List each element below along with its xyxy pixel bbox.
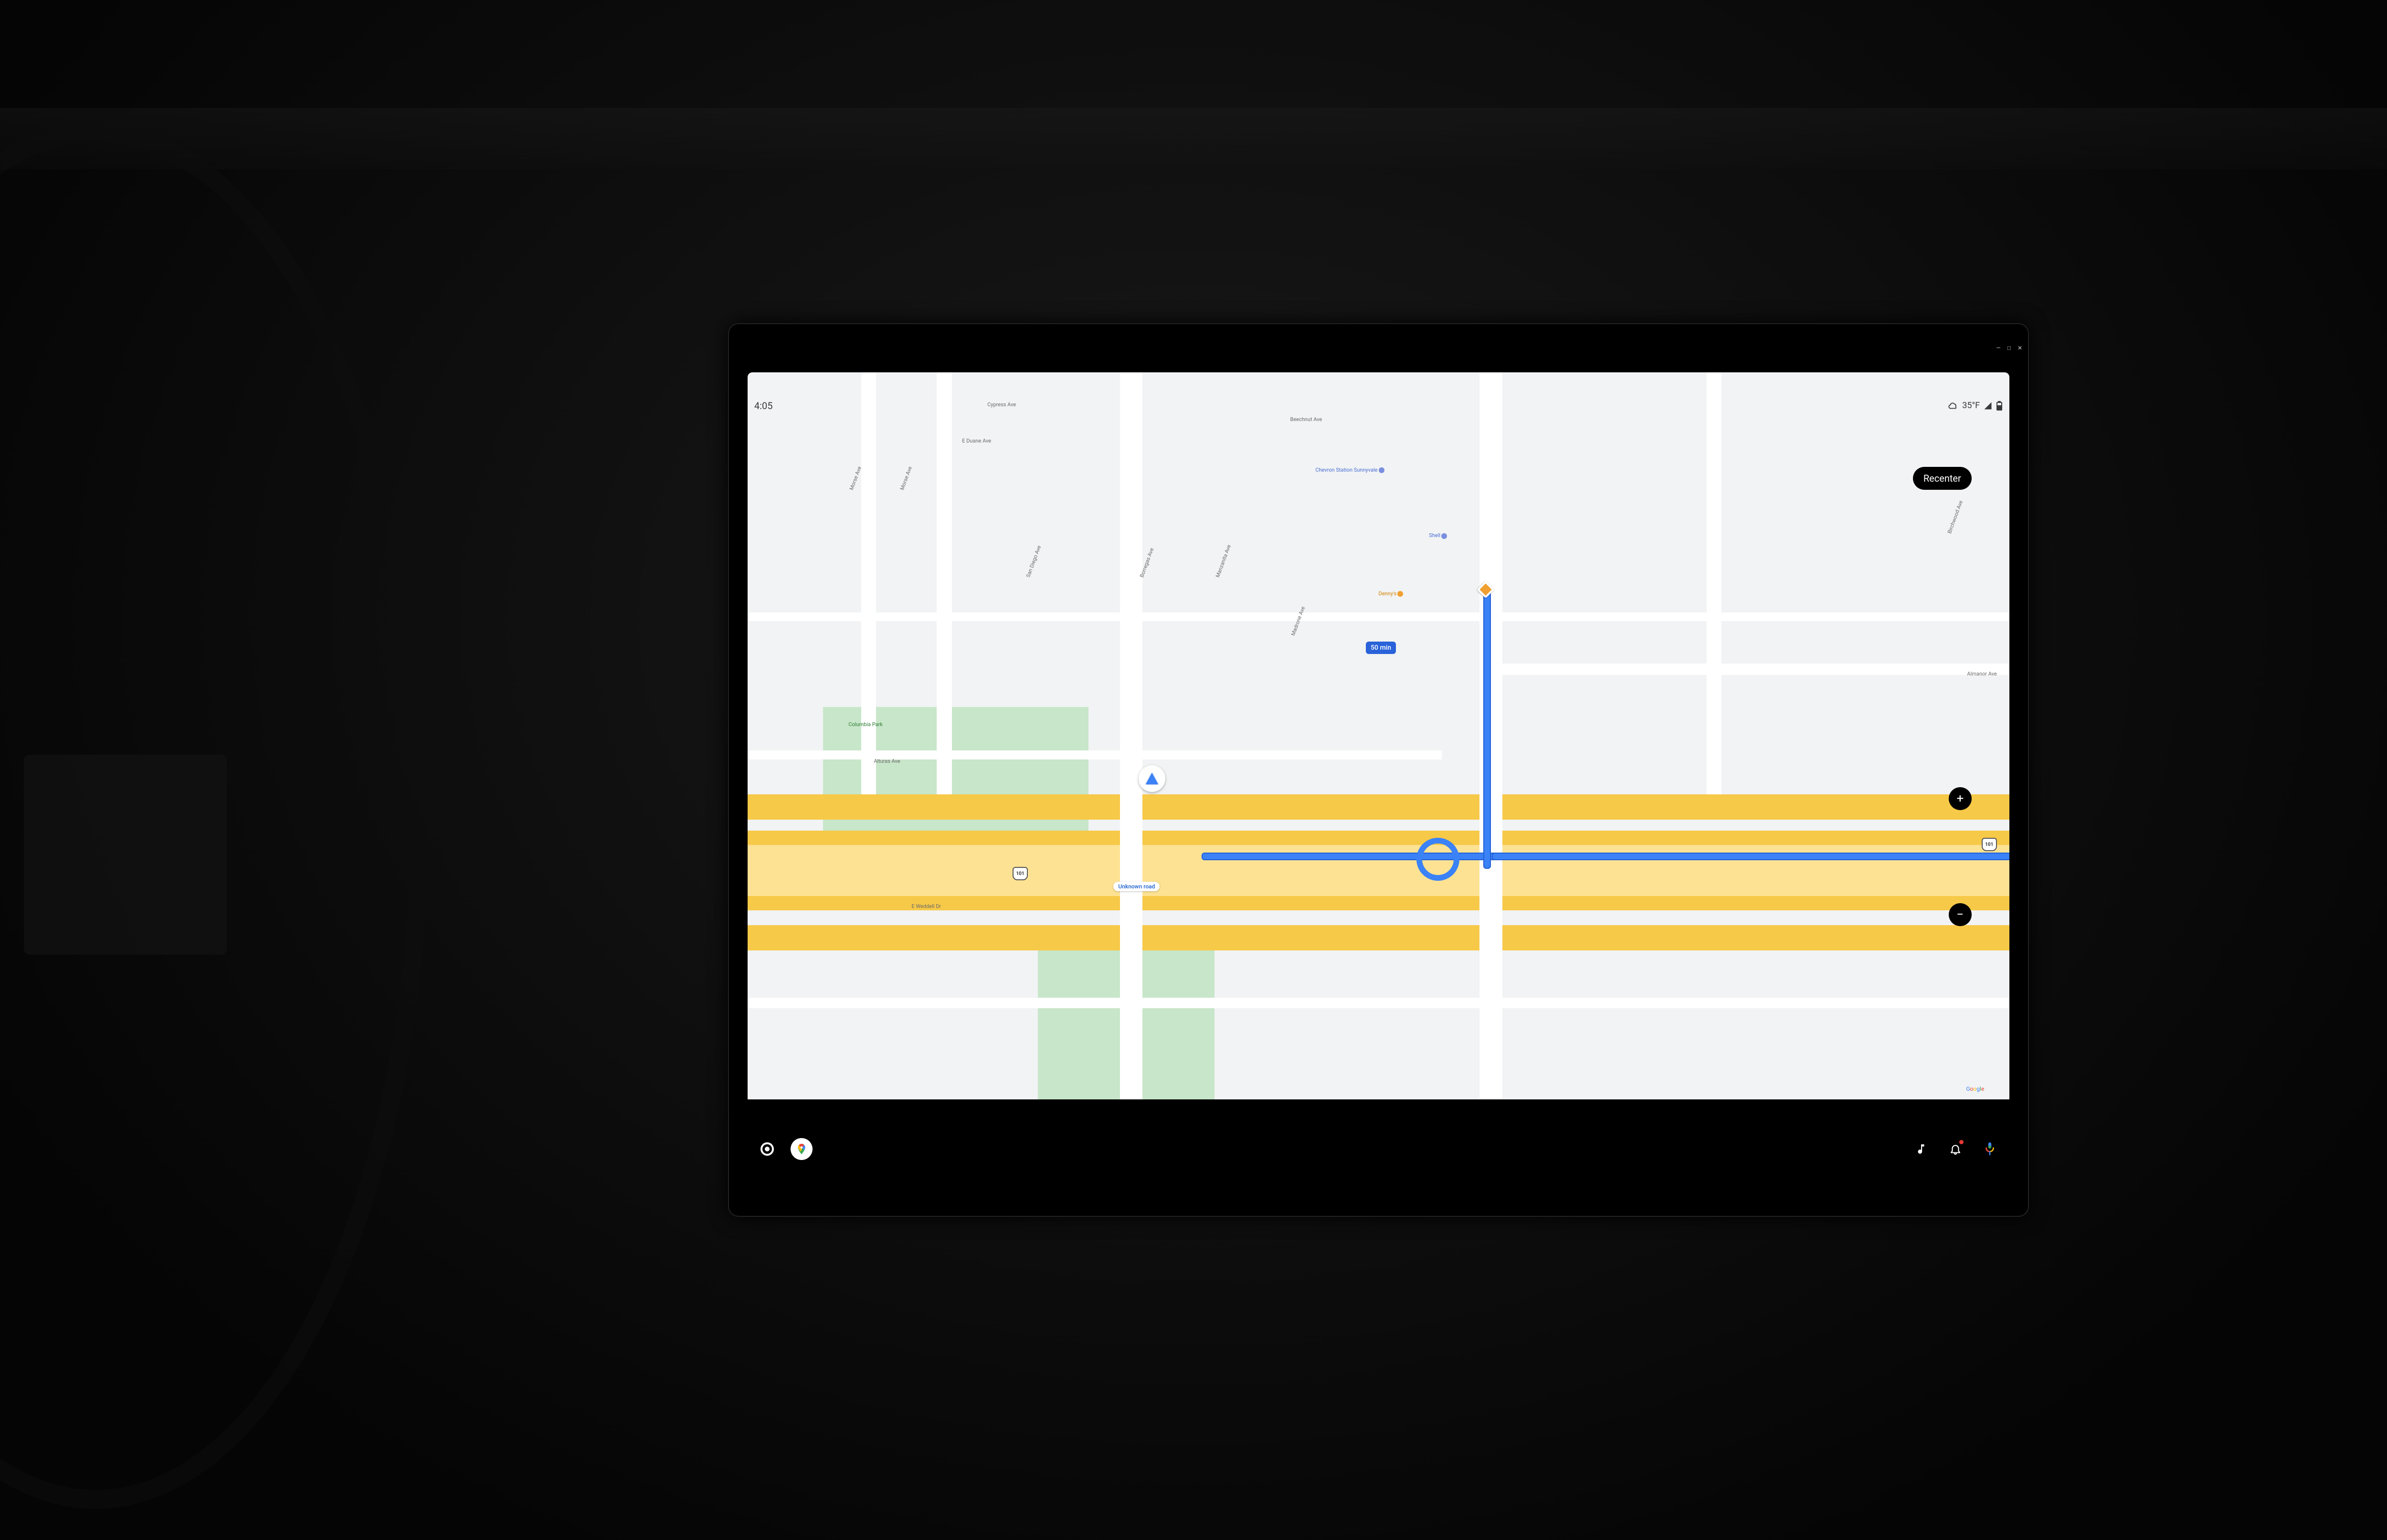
street-label: Beechnut Ave [1290,416,1322,422]
eta-badge[interactable]: 50 min [1366,642,1396,654]
street-label: Alturas Ave [874,758,900,764]
park-label: Columbia Park [848,721,883,728]
street-label: Cypress Ave [987,401,1016,408]
zoom-in-button[interactable]: + [1949,787,1972,810]
street-label: Birchwood Ave [1946,500,1964,535]
launcher-icon [760,1142,774,1156]
highway-shield-101: 101 [1013,867,1028,880]
poi-dennys[interactable]: Denny's [1379,591,1404,597]
window-maximize-button[interactable]: □ [2007,345,2011,351]
infotainment-unit: — □ ✕ 4:05 35°F [728,323,2029,1216]
highway-101-sb [748,925,2009,950]
dashboard-trim [0,108,2387,169]
voice-assistant-button[interactable] [1979,1138,2001,1160]
window-minimize-button[interactable]: — [1996,345,2000,351]
street-label: Manzanita Ave [1215,544,1232,578]
poi-shell[interactable]: Shell [1429,532,1447,538]
system-navbar [748,1099,2009,1199]
steering-wheel-controls [24,755,227,955]
poi-chevron[interactable]: Chevron Station Sunnyvale [1315,467,1384,473]
music-button[interactable] [1910,1138,1932,1160]
route-interchange-loop [1416,838,1459,881]
zoom-out-button[interactable]: − [1949,903,1972,926]
app-launcher-button[interactable] [756,1138,778,1160]
maps-app-button[interactable] [791,1138,813,1160]
google-maps-icon [791,1138,813,1160]
navigation-arrow-icon [1146,773,1158,784]
music-note-icon [1915,1143,1927,1155]
window-titlebar: — □ ✕ [728,323,2029,372]
street-label: Morse Ave [899,465,913,491]
infotainment-screen: 4:05 35°F [748,372,2009,1199]
map-attribution: Google [1966,1086,1984,1092]
bell-icon [1949,1143,1962,1155]
vehicle-dashboard-scene: — □ ✕ 4:05 35°F [0,0,2387,1540]
street-label: E Duane Ave [962,438,991,444]
highway-shield-101-east: 101 [1982,838,1997,851]
street-label: San Diego Ave [1025,545,1042,578]
street-label: E Weddell Dr [911,903,941,909]
notifications-button[interactable] [1944,1138,1966,1160]
highway-101-nb [748,794,2009,820]
microphone-icon [1984,1141,1996,1157]
window-close-button[interactable]: ✕ [2017,345,2022,351]
notification-dot-icon [1959,1140,1964,1144]
current-location-marker[interactable] [1139,765,1165,792]
current-road-label: Unknown road [1113,882,1160,891]
recenter-button[interactable]: Recenter [1913,467,1972,490]
map-canvas[interactable]: 101 101 Morse Ave Morse Ave Cypress Ave … [748,372,2009,1099]
street-label: Almanor Ave [1967,671,1996,677]
